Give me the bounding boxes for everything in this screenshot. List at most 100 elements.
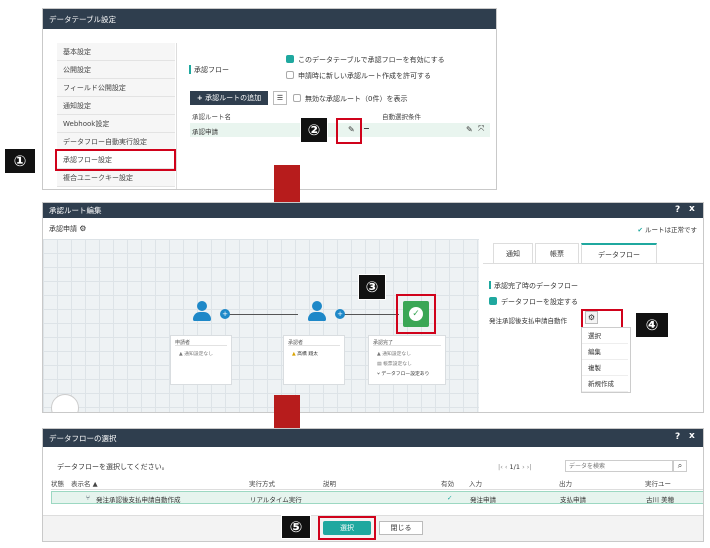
step-badge-1: ① bbox=[4, 148, 36, 174]
dataflow-context-menu: 選択 編集 複製 新規作成 bbox=[581, 327, 631, 393]
plus-circle-icon[interactable]: + bbox=[220, 309, 230, 319]
property-panel: 通知 帳票 データフロー 承認完了時のデータフロー データフローを設定する 発注… bbox=[483, 239, 703, 412]
menu-item-new[interactable]: 新規作成 bbox=[582, 376, 628, 392]
dataflow-enable-option[interactable]: データフローを設定する bbox=[489, 297, 578, 307]
table-header: 状態 表示名 ▲ 実行方式 説明 有効 入力 出力 実行ユー bbox=[51, 478, 703, 490]
pager: |‹ ‹ 1/1 › ›| bbox=[498, 463, 532, 471]
step-badge-5: ⑤ bbox=[281, 515, 311, 539]
close-icon[interactable]: x bbox=[689, 431, 695, 441]
tab-form[interactable]: 帳票 bbox=[535, 243, 579, 263]
col-auto-condition: 自動選択条件 bbox=[382, 113, 421, 121]
show-invalid-toggle[interactable]: 無効な承認ルート（0件）を表示 bbox=[293, 94, 407, 104]
flow-canvas[interactable]: + + ✓ 申請者 ▲ 通知設定なし 承認者 ▲ 高橋 翔太 承認完了 ▲ 通知… bbox=[43, 239, 479, 412]
check-icon: ✔ bbox=[637, 226, 645, 234]
list-icon: ☰ bbox=[276, 94, 284, 102]
col-status: 状態 bbox=[51, 480, 64, 488]
datatable-settings-window: データテーブル設定 基本設定 公開設定 フィールド公開設定 通知設定 Webho… bbox=[42, 8, 497, 190]
option-allow-label: 申請時に新しい承認ルート作成を許可する bbox=[298, 72, 431, 80]
col-exec-mode: 実行方式 bbox=[249, 480, 275, 488]
output-cell: 支払申請 bbox=[560, 496, 586, 504]
tab-dataflow[interactable]: データフロー bbox=[581, 243, 657, 263]
search-icon[interactable]: ⌕ bbox=[673, 460, 687, 472]
route-name-cell: 承認申請 bbox=[192, 128, 218, 136]
node-row-text: 通知設定なし bbox=[184, 352, 214, 357]
checkbox-unchecked-icon[interactable] bbox=[293, 94, 301, 102]
checkbox-unchecked-icon[interactable] bbox=[286, 71, 294, 79]
dash-icon: − bbox=[363, 124, 370, 133]
approver-person-icon bbox=[305, 301, 329, 325]
tab-label: 帳票 bbox=[550, 250, 564, 258]
window-title: 承認ルート編集 bbox=[49, 206, 102, 215]
node-row: ▲ 通知設定なし bbox=[377, 350, 411, 357]
menu-item-select[interactable]: 選択 bbox=[582, 328, 628, 344]
connector-line bbox=[226, 314, 298, 315]
node-row: ⑂ データフロー設定あり bbox=[377, 370, 429, 377]
list-view-button[interactable]: ☰ bbox=[273, 91, 287, 105]
connector-line bbox=[341, 314, 399, 315]
plus-circle-icon[interactable]: + bbox=[335, 309, 345, 319]
node-row-text: データフロー設定あり bbox=[381, 372, 430, 377]
sidebar-item-unique-key[interactable]: 複合ユニークキー設定 bbox=[57, 169, 175, 187]
option-allow-new-route[interactable]: 申請時に新しい承認ルート作成を許可する bbox=[286, 71, 431, 81]
node-row-text: 通知設定なし bbox=[382, 352, 412, 357]
help-icon[interactable]: ? bbox=[675, 432, 680, 442]
sidebar-item-webhook[interactable]: Webhook設定 bbox=[57, 115, 175, 133]
sidebar-item-field-public[interactable]: フィールド公開設定 bbox=[57, 79, 175, 97]
section-marker bbox=[189, 65, 191, 74]
route-name: 承認申請 bbox=[49, 225, 77, 233]
dataflow-enable-label: データフローを設定する bbox=[501, 298, 578, 306]
route-name-label: 承認申請 ⚙ bbox=[49, 224, 86, 234]
highlight-edit-icon bbox=[336, 118, 362, 144]
plus-icon: + bbox=[196, 94, 206, 102]
last-page-icon[interactable]: ›| bbox=[527, 463, 532, 471]
add-route-label: 承認ルートの追加 bbox=[205, 94, 262, 102]
input-cell: 発注申請 bbox=[470, 496, 496, 504]
checkbox-checked-icon[interactable] bbox=[489, 297, 497, 305]
page-indicator: 1/1 bbox=[509, 463, 520, 471]
window-titlebar: 承認ルート編集 bbox=[43, 203, 703, 218]
highlight-approval-flow bbox=[55, 149, 176, 171]
dataflow-heading: 承認完了時のデータフロー bbox=[494, 282, 578, 290]
table-row[interactable]: ⑂ 発注承認後支払申請自動作成 リアルタイム実行 ✓ 発注申請 支払申請 古川 … bbox=[51, 491, 703, 504]
col-route-name: 承認ルート名 bbox=[192, 113, 231, 121]
node-row: ▲ 高橋 翔太 bbox=[292, 350, 318, 357]
applicant-person-icon bbox=[190, 301, 214, 325]
window-title: データテーブル設定 bbox=[49, 14, 117, 24]
search-input[interactable] bbox=[565, 460, 673, 472]
close-button[interactable]: 閉じる bbox=[379, 521, 423, 535]
flow-arrow bbox=[274, 165, 300, 205]
node-row: ▤ 帳票設定なし bbox=[377, 360, 412, 367]
exec-user-cell: 古川 美穂 bbox=[646, 496, 675, 504]
checkbox-checked-icon[interactable] bbox=[286, 55, 294, 63]
approver-node-card[interactable]: 承認者 ▲ 高橋 翔太 bbox=[283, 335, 345, 385]
node-row-text: 高橋 翔太 bbox=[297, 352, 318, 357]
zoom-widget[interactable] bbox=[51, 394, 79, 412]
gear-icon[interactable]: ⚙ bbox=[79, 224, 86, 233]
step-badge-4: ④ bbox=[635, 312, 669, 338]
applicant-node-card[interactable]: 申請者 ▲ 通知設定なし bbox=[170, 335, 232, 385]
expand-icon[interactable]: ⤧ bbox=[478, 124, 484, 134]
first-page-icon[interactable]: |‹ bbox=[498, 463, 505, 471]
close-icon[interactable]: x bbox=[689, 204, 695, 214]
window-title: データフローの選択 bbox=[49, 433, 117, 443]
dataflow-select-window: データフローの選択 ? x データフローを選択してください。 |‹ ‹ 1/1 … bbox=[42, 428, 704, 542]
sidebar-item-basic[interactable]: 基本設定 bbox=[57, 43, 175, 61]
instruction-text: データフローを選択してください。 bbox=[57, 463, 169, 471]
flow-icon: ⑂ bbox=[86, 494, 90, 502]
section-label: 承認フロー bbox=[194, 66, 229, 74]
option-enable-approval[interactable]: このデータテーブルで承認フローを有効にする bbox=[286, 55, 445, 65]
step-badge-3: ③ bbox=[358, 274, 386, 300]
node-row: ▲ 通知設定なし bbox=[179, 350, 213, 357]
sidebar-item-public[interactable]: 公開設定 bbox=[57, 61, 175, 79]
menu-item-duplicate[interactable]: 複製 bbox=[582, 360, 628, 376]
col-display-name[interactable]: 表示名 ▲ bbox=[71, 478, 98, 488]
col-input: 入力 bbox=[469, 480, 482, 488]
col-output: 出力 bbox=[559, 480, 572, 488]
add-route-button[interactable]: + 承認ルートの追加 bbox=[190, 91, 268, 105]
help-icon[interactable]: ? bbox=[675, 205, 680, 215]
sidebar-item-notification[interactable]: 通知設定 bbox=[57, 97, 175, 115]
complete-node-card[interactable]: 承認完了 ▲ 通知設定なし ▤ 帳票設定なし ⑂ データフロー設定あり bbox=[368, 335, 446, 385]
tab-notification[interactable]: 通知 bbox=[493, 243, 533, 263]
menu-item-edit[interactable]: 編集 bbox=[582, 344, 628, 360]
pencil-icon[interactable]: ✎ bbox=[466, 125, 473, 134]
